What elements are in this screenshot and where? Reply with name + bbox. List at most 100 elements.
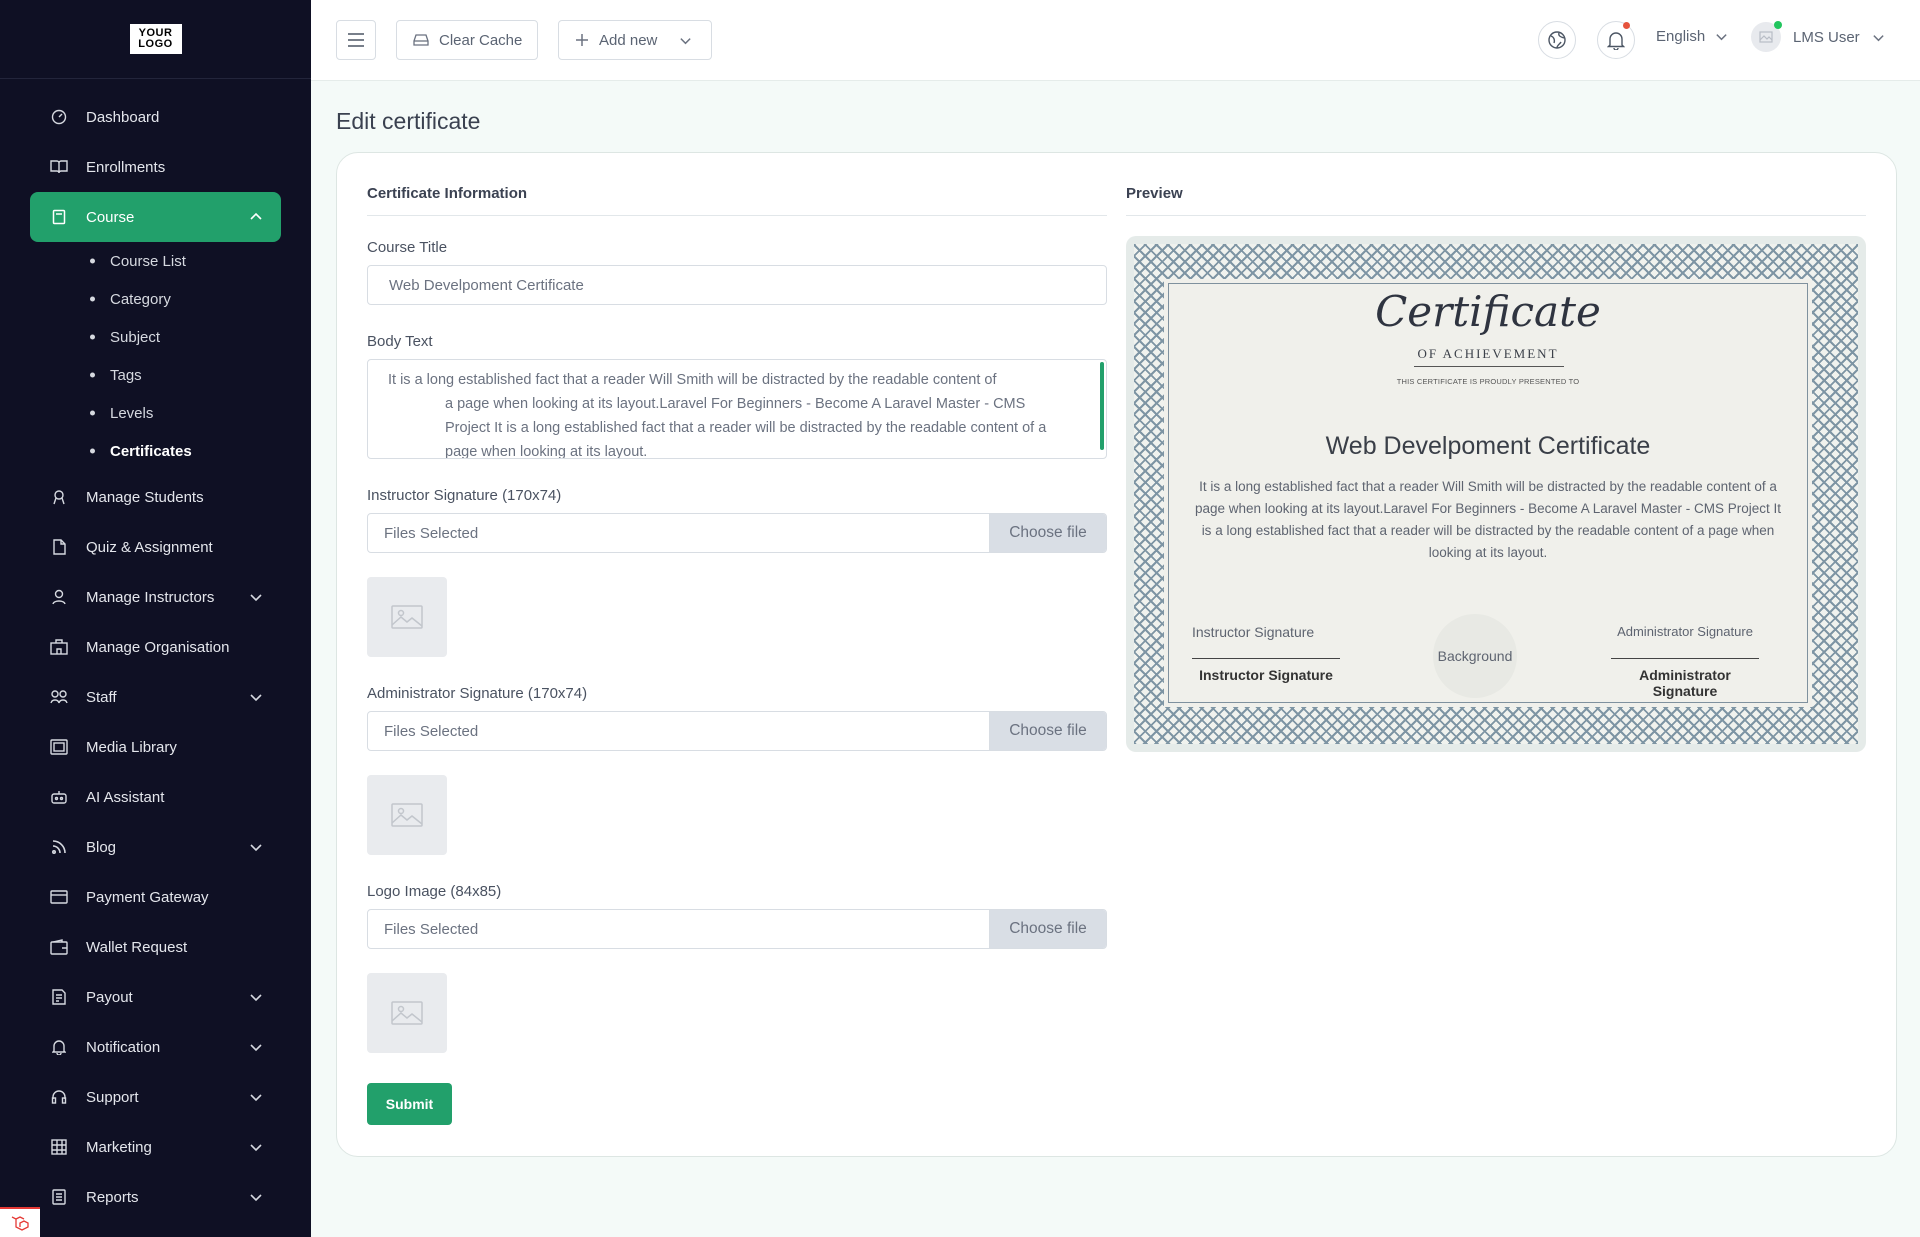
sidebar-item-notification[interactable]: Notification — [0, 1022, 281, 1072]
menu-toggle-button[interactable] — [336, 20, 376, 60]
certificate-divider — [1414, 366, 1564, 367]
bell-icon — [50, 1038, 68, 1056]
sidebar-item-course[interactable]: Course — [30, 192, 281, 242]
sidebar-item-media-library[interactable]: Media Library — [0, 722, 281, 772]
choose-file-button[interactable]: Choose file — [989, 910, 1106, 948]
bell-icon — [1607, 32, 1625, 50]
report-icon — [50, 1188, 68, 1206]
sidebar-subitem-tags[interactable]: Tags — [0, 356, 311, 394]
administrator-signature-preview — [367, 775, 447, 855]
signature-line — [1192, 658, 1340, 659]
online-status-dot — [1774, 21, 1782, 29]
instructor-signature-preview — [367, 577, 447, 657]
sidebar-item-label: Manage Organisation — [86, 638, 230, 656]
administrator-signature-block: Administrator Signature Administrator Si… — [1611, 624, 1759, 699]
website-button[interactable] — [1538, 21, 1576, 59]
sidebar-item-label: Manage Instructors — [86, 588, 215, 606]
instructor-signature-image-alt: Instructor Signature — [1192, 624, 1315, 640]
certificate-info-heading: Certificate Information — [367, 185, 528, 202]
body-text-input[interactable]: It is a long established fact that a rea… — [367, 359, 1107, 459]
subitem-label: Tags — [110, 366, 142, 384]
add-new-dropdown[interactable]: Add new — [558, 20, 712, 60]
sidebar-subitem-certificates[interactable]: Certificates — [0, 432, 311, 470]
course-submenu: Course List Category Subject Tags Levels… — [0, 242, 311, 472]
logo-image-file-input[interactable]: Files Selected Choose file — [367, 909, 1107, 949]
chevron-down-icon — [680, 37, 692, 44]
laravel-debug-badge[interactable] — [0, 1207, 40, 1237]
chevron-down-icon — [1716, 34, 1727, 41]
drive-icon — [413, 34, 429, 46]
chevron-down-icon — [1873, 34, 1884, 41]
sidebar-item-label: Manage Students — [86, 488, 204, 506]
choose-file-button[interactable]: Choose file — [989, 514, 1106, 552]
administrator-signature-name: Administrator Signature — [1639, 667, 1731, 699]
sidebar-item-label: Quiz & Assignment — [86, 538, 213, 556]
sidebar-subitem-course-list[interactable]: Course List — [0, 242, 311, 280]
students-icon — [50, 488, 68, 506]
language-selector[interactable]: English — [1656, 28, 1728, 45]
notifications-button[interactable] — [1597, 21, 1635, 59]
body-text-line: a page when looking at its layout.Larave… — [445, 396, 1026, 412]
instructor-signature-label: Instructor Signature (170x74) — [367, 487, 562, 504]
chevron-down-icon — [250, 1144, 262, 1152]
image-placeholder-icon — [391, 605, 423, 629]
sidebar-item-ai-assistant[interactable]: AI Assistant — [0, 772, 281, 822]
certificate-inner: Certificate OF ACHIEVEMENT THIS CERTIFIC… — [1168, 283, 1808, 703]
administrator-signature-file-input[interactable]: Files Selected Choose file — [367, 711, 1107, 751]
user-menu[interactable]: LMS User — [1751, 21, 1885, 52]
sidebar-item-wallet-request[interactable]: Wallet Request — [0, 922, 281, 972]
sidebar-item-quiz-assignment[interactable]: Quiz & Assignment — [0, 522, 281, 572]
instructor-signature-file-input[interactable]: Files Selected Choose file — [367, 513, 1107, 553]
sidebar-item-payout[interactable]: Payout — [0, 972, 281, 1022]
sidebar-item-manage-students[interactable]: Manage Students — [0, 472, 281, 522]
sidebar-item-support[interactable]: Support — [0, 1072, 281, 1122]
sidebar-item-manage-instructors[interactable]: Manage Instructors — [0, 572, 281, 622]
sidebar-item-label: Reports — [86, 1188, 139, 1206]
book-open-icon — [50, 158, 68, 176]
file-icon — [50, 538, 68, 556]
add-new-label: Add new — [599, 31, 658, 49]
subitem-label: Course List — [110, 252, 186, 270]
avatar-image-icon — [1759, 31, 1773, 43]
grid-icon — [50, 1138, 68, 1156]
sidebar-item-reports[interactable]: Reports — [0, 1172, 281, 1222]
sidebar: YOUR LOGO Dashboard Enrollments Course C… — [0, 0, 311, 1237]
certificate-subtitle: OF ACHIEVEMENT — [1417, 346, 1559, 361]
brand-logo[interactable]: YOUR LOGO — [129, 24, 182, 54]
users-icon — [50, 688, 68, 706]
submit-button[interactable]: Submit — [367, 1083, 452, 1125]
sidebar-item-dashboard[interactable]: Dashboard — [0, 92, 281, 142]
sidebar-item-label: Marketing — [86, 1138, 152, 1156]
files-selected-text: Files Selected — [384, 920, 479, 938]
sidebar-item-payment-gateway[interactable]: Payment Gateway — [0, 872, 281, 922]
chevron-down-icon — [250, 694, 262, 702]
robot-icon — [50, 788, 68, 806]
sidebar-item-staff[interactable]: Staff — [0, 672, 281, 722]
user-icon — [50, 588, 68, 606]
chevron-down-icon — [250, 1194, 262, 1202]
topbar: Clear Cache Add new English LMS User — [311, 0, 1920, 81]
signature-line — [1611, 658, 1759, 659]
sidebar-subitem-subject[interactable]: Subject — [0, 318, 311, 356]
course-title-input[interactable]: Web Develpoment Certificate — [367, 265, 1107, 305]
logo-line-2: LOGO — [138, 38, 173, 50]
body-text-line: It is a long established fact that a rea… — [388, 372, 997, 388]
divider — [1126, 215, 1866, 216]
sidebar-item-marketing[interactable]: Marketing — [0, 1122, 281, 1172]
chevron-up-icon — [250, 212, 262, 220]
clear-cache-button[interactable]: Clear Cache — [396, 20, 538, 60]
plus-icon — [576, 34, 588, 46]
sidebar-item-label: Payout — [86, 988, 133, 1006]
user-name: LMS User — [1793, 28, 1860, 46]
sidebar-subitem-levels[interactable]: Levels — [0, 394, 311, 432]
clear-cache-label: Clear Cache — [439, 31, 523, 49]
sidebar-subitem-category[interactable]: Category — [0, 280, 311, 318]
sidebar-item-blog[interactable]: Blog — [0, 822, 281, 872]
image-placeholder-icon — [391, 803, 423, 827]
chevron-down-icon — [250, 994, 262, 1002]
sidebar-item-enrollments[interactable]: Enrollments — [0, 142, 281, 192]
textarea-scrollbar[interactable] — [1100, 362, 1104, 450]
body-text-line: page when looking at its layout. — [445, 444, 648, 459]
sidebar-item-manage-organisation[interactable]: Manage Organisation — [0, 622, 281, 672]
choose-file-button[interactable]: Choose file — [989, 712, 1106, 750]
